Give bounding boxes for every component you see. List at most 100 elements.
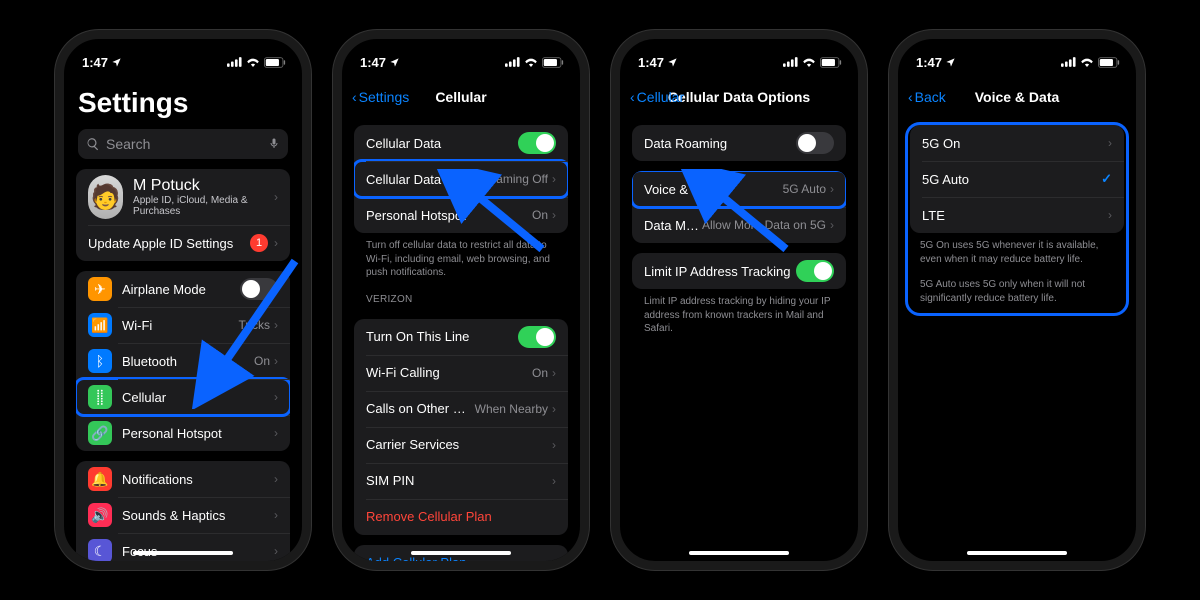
note-5g-auto: 5G Auto uses 5G only when it will not si… — [908, 272, 1126, 305]
cell-data-roaming[interactable]: Data Roaming — [632, 125, 846, 161]
update-apple-id-cell[interactable]: Update Apple ID Settings 1 › — [76, 225, 290, 261]
cell-value: 5G Auto — [783, 182, 826, 196]
cell-data-mode[interactable]: Data ModeAllow More Data on 5G› — [632, 207, 846, 243]
cell-5g-auto[interactable]: 5G Auto✓ — [910, 161, 1124, 197]
airplane-icon: ✈ — [88, 277, 112, 301]
apple-id-cell[interactable]: 🧑 M Potuck Apple ID, iCloud, Media & Pur… — [76, 169, 290, 225]
voice-data-group: Voice & Data5G Auto›Data ModeAllow More … — [632, 171, 846, 243]
cell-value: Roaming Off — [481, 172, 548, 186]
notch — [962, 39, 1072, 63]
chevron-right-icon: › — [1108, 136, 1112, 150]
home-indicator[interactable] — [967, 551, 1067, 555]
cell-value: On — [532, 366, 548, 380]
cell-calls-on-other-devices[interactable]: Calls on Other DevicesWhen Nearby › — [354, 391, 568, 427]
location-icon — [111, 57, 122, 68]
location-icon — [945, 57, 956, 68]
nav-bar: ‹Cellular Cellular Data Options — [620, 79, 858, 115]
cell-label: Sounds & Haptics — [122, 508, 274, 523]
search-icon — [86, 137, 100, 151]
toggle[interactable] — [796, 132, 834, 154]
back-button[interactable]: ‹Back — [908, 89, 946, 105]
home-indicator[interactable] — [411, 551, 511, 555]
cell-cellular-data-options[interactable]: Cellular Data OptionsRoaming Off › — [354, 161, 568, 197]
bluetooth-icon: ᛒ — [88, 349, 112, 373]
cell-airplane-mode[interactable]: ✈Airplane Mode — [76, 271, 290, 307]
chevron-right-icon: › — [274, 190, 278, 204]
cell-bluetooth[interactable]: ᛒBluetoothOn› — [76, 343, 290, 379]
chevron-right-icon: › — [274, 236, 278, 250]
battery-icon — [542, 57, 564, 68]
cell-label: Cellular Data — [366, 136, 518, 151]
back-button[interactable]: ‹Settings — [352, 89, 409, 105]
cell-cellular-data[interactable]: Cellular Data — [354, 125, 568, 161]
cell-carrier-services[interactable]: Carrier Services› — [354, 427, 568, 463]
toggle[interactable] — [240, 278, 278, 300]
notifications-group: 🔔Notifications›🔊Sounds & Haptics›☾Focus›… — [76, 461, 290, 561]
cell-label: Personal Hotspot — [366, 208, 532, 223]
chevron-right-icon: › — [274, 426, 278, 440]
chevron-right-icon: › — [552, 474, 556, 488]
cell-value: Tucks — [238, 318, 270, 332]
chevron-right-icon: › — [552, 172, 556, 186]
speaker-icon: 🔊 — [88, 503, 112, 527]
cell-label: Data Roaming — [644, 136, 796, 151]
chevron-left-icon: ‹ — [630, 89, 635, 105]
carrier-group: Turn On This LineWi-Fi CallingOn›Calls o… — [354, 319, 568, 535]
cell-lte[interactable]: LTE› — [910, 197, 1124, 233]
check-icon: ✓ — [1101, 171, 1112, 187]
cell-value: When Nearby — [475, 402, 548, 416]
cell-voice-data[interactable]: Voice & Data5G Auto› — [632, 171, 846, 207]
notch — [684, 39, 794, 63]
cell-label: Turn On This Line — [366, 329, 518, 344]
toggle[interactable] — [796, 260, 834, 282]
nav-bar: ‹Back Voice & Data — [898, 79, 1136, 115]
cell-sounds-haptics[interactable]: 🔊Sounds & Haptics› — [76, 497, 290, 533]
page-title: Cellular Data Options — [668, 89, 810, 105]
cell-label: Carrier Services — [366, 437, 552, 452]
chevron-left-icon: ‹ — [908, 89, 913, 105]
mic-icon[interactable] — [268, 136, 280, 153]
cell-focus[interactable]: ☾Focus› — [76, 533, 290, 561]
bell-icon: 🔔 — [88, 467, 112, 491]
cell-personal-hotspot[interactable]: 🔗Personal Hotspot› — [76, 415, 290, 451]
home-indicator[interactable] — [689, 551, 789, 555]
notification-badge: 1 — [250, 234, 268, 252]
chevron-right-icon: › — [274, 354, 278, 368]
cell-wi-fi[interactable]: 📶Wi-FiTucks› — [76, 307, 290, 343]
cell-label: 5G Auto — [922, 172, 1101, 187]
cell-sim-pin[interactable]: SIM PIN› — [354, 463, 568, 499]
cell-label: Cellular Data Options — [366, 172, 481, 187]
cell-turn-on-this-line[interactable]: Turn On This Line — [354, 319, 568, 355]
cell-label: SIM PIN — [366, 473, 552, 488]
chevron-right-icon: › — [552, 208, 556, 222]
cell-notifications[interactable]: 🔔Notifications› — [76, 461, 290, 497]
cell-label: Voice & Data — [644, 182, 783, 197]
toggle[interactable] — [518, 326, 556, 348]
avatar: 🧑 — [88, 175, 123, 219]
back-button[interactable]: ‹Cellular — [630, 89, 684, 105]
footer-note: Limit IP address tracking by hiding your… — [620, 289, 858, 336]
cell-personal-hotspot[interactable]: Personal HotspotOn› — [354, 197, 568, 233]
antenna-icon: ⸽⸽ — [88, 385, 112, 409]
toggle[interactable] — [518, 132, 556, 154]
location-icon — [667, 57, 678, 68]
chevron-right-icon: › — [552, 402, 556, 416]
profile-sub: Apple ID, iCloud, Media & Purchases — [133, 195, 264, 217]
cell-limit-ip-address-tracking[interactable]: Limit IP Address Tracking — [632, 253, 846, 289]
cell-label: Remove Cellular Plan — [366, 509, 556, 524]
search-input[interactable]: Search — [78, 129, 288, 159]
cell-label: LTE — [922, 208, 1108, 223]
search-placeholder: Search — [106, 136, 150, 152]
cell-remove-cellular-plan[interactable]: Remove Cellular Plan — [354, 499, 568, 535]
cell-cellular[interactable]: ⸽⸽Cellular› — [76, 379, 290, 415]
cell-value: Allow More Data on 5G — [702, 218, 826, 232]
home-indicator[interactable] — [133, 551, 233, 555]
footer-note: Turn off cellular data to restrict all d… — [342, 233, 580, 280]
cell-wi-fi-calling[interactable]: Wi-Fi CallingOn› — [354, 355, 568, 391]
wifi-status-icon — [246, 57, 260, 67]
cell-label: Calls on Other Devices — [366, 401, 475, 416]
chevron-right-icon: › — [1108, 208, 1112, 222]
cell-label: 5G On — [922, 136, 1108, 151]
cell-5g-on[interactable]: 5G On› — [910, 125, 1124, 161]
chevron-right-icon: › — [274, 318, 278, 332]
